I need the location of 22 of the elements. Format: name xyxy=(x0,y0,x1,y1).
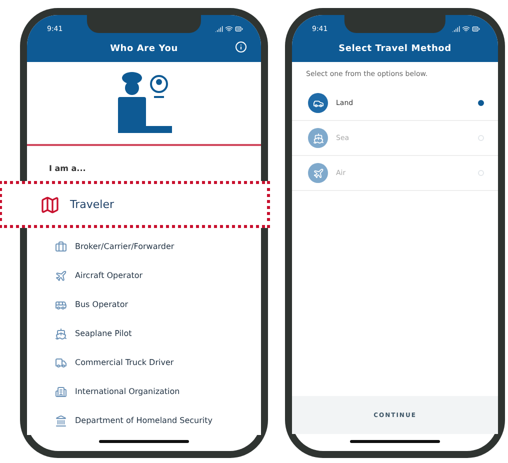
role-icon xyxy=(55,386,67,398)
battery-icon xyxy=(235,25,243,33)
role-icon xyxy=(55,356,67,368)
role-icon xyxy=(55,414,67,426)
battery-icon xyxy=(472,25,480,33)
wifi-icon xyxy=(225,25,233,33)
travel-mode-icon xyxy=(308,93,328,113)
screen-title: Who Are You xyxy=(110,44,178,54)
travel-mode-icon xyxy=(308,128,328,148)
wifi-icon xyxy=(462,25,470,33)
role-item[interactable]: Traveler xyxy=(0,181,270,228)
role-icon xyxy=(55,270,67,282)
role-icon xyxy=(55,328,67,340)
role-icon xyxy=(55,240,67,252)
role-icon xyxy=(55,298,67,310)
travel-mode-icon xyxy=(308,163,328,183)
prompt-text: I am a... xyxy=(48,163,87,173)
role-icon xyxy=(40,194,60,214)
signal-icon xyxy=(452,25,460,33)
screen-title: Select Travel Method xyxy=(338,44,452,54)
info-button[interactable] xyxy=(235,41,247,53)
signal-icon xyxy=(215,25,223,33)
